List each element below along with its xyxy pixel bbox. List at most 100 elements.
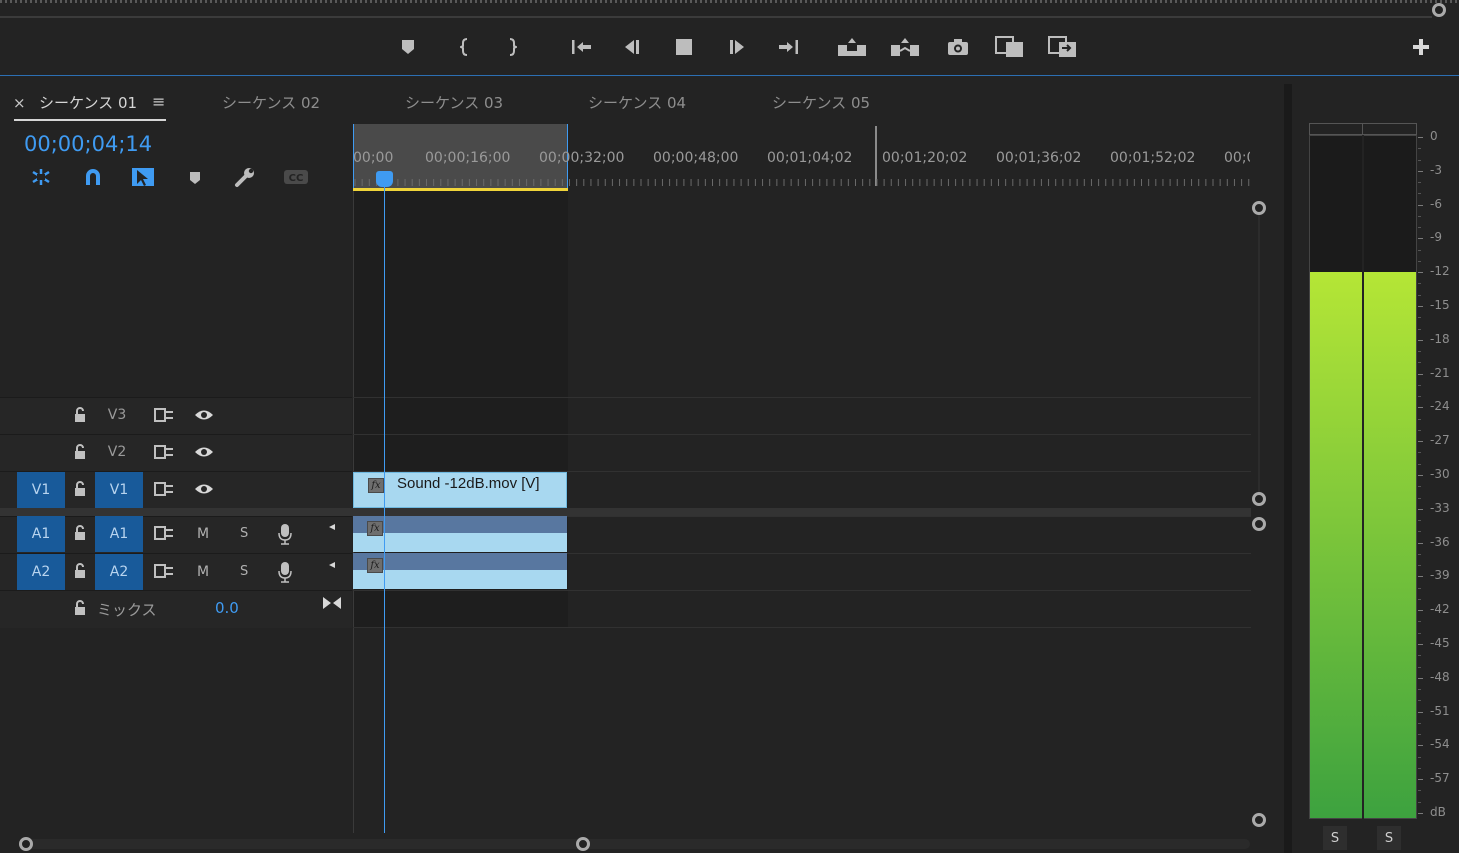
nest-toggle-button[interactable] (28, 165, 54, 189)
track-target-a2[interactable]: A2 (95, 554, 143, 590)
solo-right-button[interactable]: S (1377, 826, 1401, 850)
voice-over-record-icon[interactable] (275, 559, 295, 585)
mix-volume-value[interactable]: 0.0 (215, 599, 239, 617)
video-clip[interactable]: fx Sound -12dB.mov [V] (353, 472, 567, 508)
stop-button[interactable] (669, 33, 699, 61)
video-audio-divider[interactable] (0, 508, 1251, 516)
playhead-timecode[interactable]: 00;00;04;14 (24, 132, 152, 156)
track-target-a1[interactable]: A1 (95, 516, 143, 552)
snap-button[interactable] (80, 165, 106, 189)
voice-over-record-icon[interactable] (275, 521, 295, 547)
clip-name: Sound -12dB.mov [V] (397, 475, 540, 492)
lift-icon (838, 38, 866, 56)
extract-button[interactable] (890, 33, 920, 61)
meter-scale-minor-tick (1418, 193, 1421, 195)
go-to-out-button[interactable] (774, 33, 804, 61)
track-lane-mix[interactable] (353, 590, 1251, 628)
add-marker-button-timeline[interactable] (184, 167, 206, 189)
closed-captions-icon: CC (284, 170, 308, 184)
go-to-in-button[interactable] (566, 33, 596, 61)
tab-sequence-03[interactable]: シーケンス 03 (405, 92, 503, 113)
track-lock-icon[interactable] (70, 522, 90, 544)
export-frame-button[interactable] (943, 33, 973, 61)
meter-bar-left (1310, 272, 1362, 818)
sync-lock-icon[interactable] (152, 478, 176, 500)
solo-button[interactable]: S (240, 564, 248, 579)
peak-indicator-row[interactable] (1309, 123, 1417, 135)
track-target-v2[interactable]: V2 (93, 434, 141, 470)
panel-menu-icon[interactable]: ≡ (152, 92, 165, 111)
track-lane-v3[interactable] (353, 397, 1251, 434)
track-visibility-eye-icon[interactable] (192, 478, 216, 500)
add-marker-button[interactable] (393, 33, 423, 61)
track-lock-icon[interactable] (70, 441, 90, 463)
track-lock-icon[interactable] (70, 478, 90, 500)
track-lock-icon[interactable] (70, 404, 90, 426)
comparison-view-button[interactable] (995, 33, 1025, 61)
sync-lock-icon[interactable] (152, 522, 176, 544)
scroll-handle[interactable] (1252, 813, 1266, 827)
go-to-in-icon (572, 40, 591, 54)
step-back-button[interactable] (617, 33, 647, 61)
track-visibility-eye-icon[interactable] (192, 404, 216, 426)
track-lock-icon[interactable] (70, 597, 90, 619)
mix-expand-icon[interactable] (320, 594, 344, 612)
meter-scale-tick (1418, 779, 1423, 781)
scroll-handle[interactable] (1432, 3, 1446, 17)
meter-scale-minor-tick (1418, 260, 1421, 262)
sync-lock-icon[interactable] (152, 404, 176, 426)
solo-left-button[interactable]: S (1323, 826, 1347, 850)
mark-in-button[interactable] (450, 33, 480, 61)
step-forward-button[interactable] (722, 33, 752, 61)
audio-clip-a2[interactable]: fx (353, 553, 567, 589)
zoom-handle-right[interactable] (576, 837, 590, 851)
zoom-handle-left[interactable] (19, 837, 33, 851)
track-target-v3[interactable]: V3 (93, 397, 141, 433)
linked-selection-button[interactable] (130, 165, 156, 189)
tab-sequence-04[interactable]: シーケンス 04 (588, 92, 686, 113)
tab-sequence-05[interactable]: シーケンス 05 (772, 92, 870, 113)
tab-sequence-01[interactable]: シーケンス 01 (39, 92, 137, 113)
source-patch-a1[interactable]: A1 (17, 516, 65, 552)
ruler-tick-label: 00;01;20;02 (882, 150, 968, 166)
meter-scale-minor-tick (1418, 328, 1421, 330)
track-target-v1[interactable]: V1 (95, 472, 143, 508)
scroll-handle[interactable] (1252, 201, 1266, 215)
source-patch-a2[interactable]: A2 (17, 554, 65, 590)
meter-scale-minor-tick (1418, 655, 1421, 657)
toggle-proxies-button[interactable] (1048, 33, 1078, 61)
track-lock-icon[interactable] (70, 560, 90, 582)
captions-button[interactable]: CC (282, 167, 310, 187)
program-scrollbar[interactable] (0, 16, 1432, 18)
close-tab-icon[interactable]: × (13, 94, 26, 112)
panel-divider[interactable] (1284, 84, 1292, 853)
tab-sequence-02[interactable]: シーケンス 02 (222, 92, 320, 113)
track-expand-icon[interactable] (325, 520, 339, 534)
mute-button[interactable]: M (197, 564, 209, 580)
button-editor-button[interactable] (1406, 33, 1436, 61)
source-patch-v1[interactable]: V1 (17, 472, 65, 508)
scroll-handle[interactable] (1252, 517, 1266, 531)
track-header-v3 (0, 397, 352, 434)
solo-button[interactable]: S (240, 526, 248, 541)
track-expand-icon[interactable] (325, 558, 339, 572)
track-visibility-eye-icon[interactable] (192, 441, 216, 463)
playhead-line[interactable] (384, 186, 385, 833)
meter-scale-label: -24 (1430, 399, 1450, 414)
sync-lock-icon[interactable] (152, 560, 176, 582)
mark-out-button[interactable] (497, 33, 527, 61)
meter-scale-minor-tick (1418, 700, 1421, 702)
video-scrollbar[interactable] (1258, 208, 1260, 498)
meter-scale-minor-tick (1418, 317, 1421, 319)
sync-lock-icon[interactable] (152, 441, 176, 463)
timeline-zoom-scrollbar[interactable] (20, 839, 1250, 849)
scroll-handle[interactable] (1252, 492, 1266, 506)
timeline-settings-button[interactable] (232, 165, 258, 189)
lift-button[interactable] (837, 33, 867, 61)
mute-button[interactable]: M (197, 526, 209, 542)
meter-scale-tick (1418, 576, 1423, 578)
meter-scale-label: -48 (1430, 669, 1450, 684)
playhead-handle[interactable] (376, 171, 393, 187)
audio-clip-a1[interactable]: fx (353, 516, 567, 552)
track-lane-v2[interactable] (353, 434, 1251, 471)
